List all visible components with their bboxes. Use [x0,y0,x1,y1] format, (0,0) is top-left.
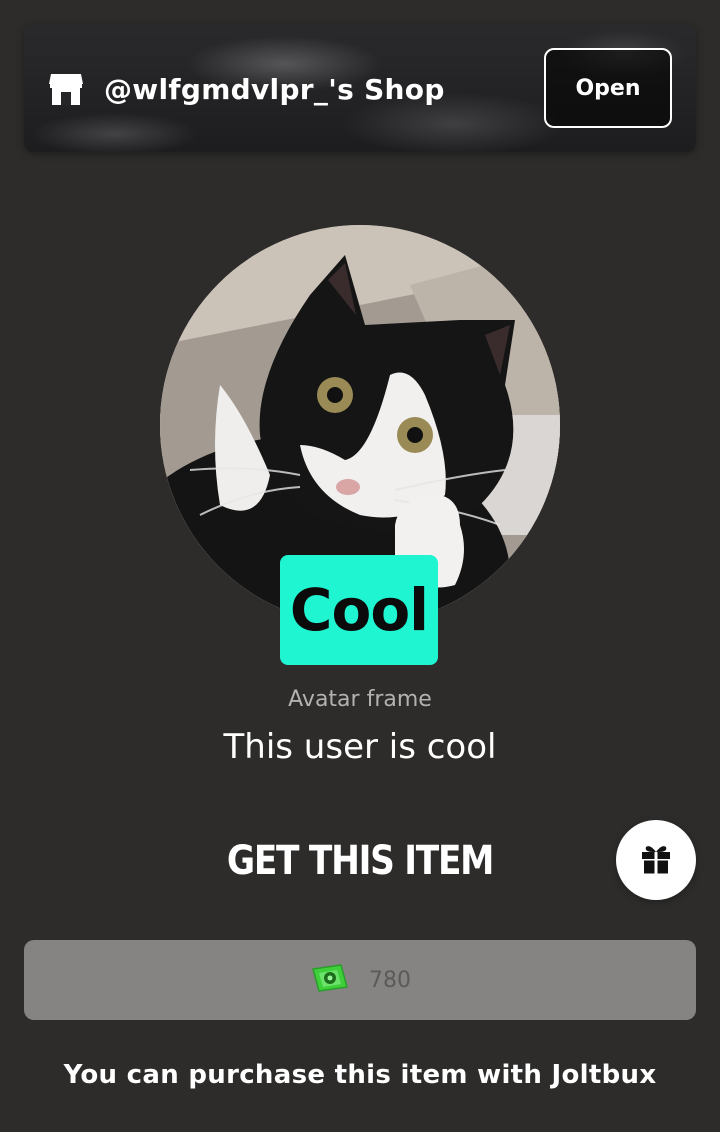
get-item-heading: GET THIS ITEM [226,838,495,884]
joltbux-coin-icon [309,963,349,997]
purchase-note: You can purchase this item with Joltbux [63,1060,657,1090]
price-value: 780 [369,967,411,993]
gift-button[interactable] [616,820,696,900]
gift-icon [640,843,672,878]
store-icon [48,72,84,106]
item-name: This user is cool [223,727,497,767]
item-detail-page: @wlfgmdvlpr_'s Shop Open Cool Avatar fra… [0,0,720,1132]
shop-title: @wlfgmdvlpr_'s Shop [104,73,445,106]
shop-banner[interactable]: @wlfgmdvlpr_'s Shop Open [24,24,696,152]
frame-badge: Cool [280,555,438,665]
open-shop-button[interactable]: Open [544,48,672,128]
item-type-label: Avatar frame [288,687,432,712]
buy-with-joltbux-button[interactable]: 780 [24,940,696,1020]
